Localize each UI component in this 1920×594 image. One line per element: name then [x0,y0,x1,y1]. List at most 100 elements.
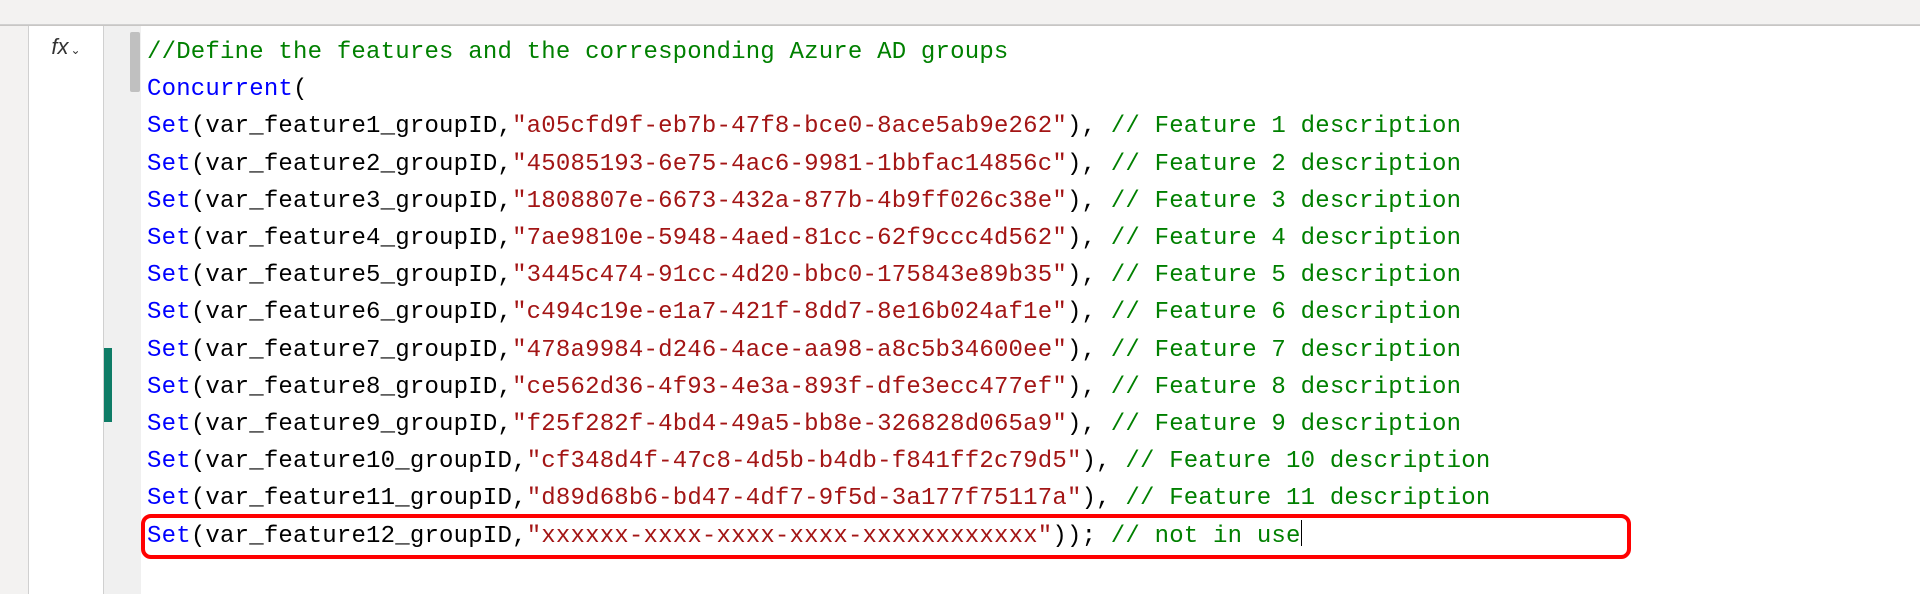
comma: , [512,523,527,550]
string-literal: "478a9984-d246-4ace-aa98-a8c5b34600ee" [512,337,1067,364]
code-line: Set(var_feature2_groupID,"45085193-6e75-… [147,146,1914,183]
comment: // Feature 11 description [1125,485,1490,512]
variable-name: var_feature5_groupID [205,262,497,289]
code-line: Set(var_feature11_groupID,"d89d68b6-bd47… [147,480,1914,517]
code-line: Set(var_feature12_groupID,"xxxxxx-xxxx-x… [147,518,1914,555]
comment: // Feature 6 description [1111,299,1461,326]
close-paren: ), [1082,485,1126,512]
code-gutter [104,26,141,594]
close-paren: ), [1067,188,1111,215]
comma: , [497,374,512,401]
code-line: Set(var_feature3_groupID,"1808807e-6673-… [147,183,1914,220]
close-paren: ), [1067,374,1111,401]
comment: // Feature 5 description [1111,262,1461,289]
paren: ( [191,448,206,475]
keyword-set: Set [147,225,191,252]
paren: ( [191,113,206,140]
formula-bar-row: fx ⌄ //Define the features and the corre… [0,25,1920,594]
string-literal: "d89d68b6-bd47-4df7-9f5d-3a177f75117a" [527,485,1082,512]
string-literal: "c494c19e-e1a7-421f-8dd7-8e16b024af1e" [512,299,1067,326]
left-margin [0,26,29,594]
keyword-set: Set [147,151,191,178]
code-line: Set(var_feature6_groupID,"c494c19e-e1a7-… [147,294,1914,331]
variable-name: var_feature12_groupID [205,523,512,550]
variable-name: var_feature3_groupID [205,188,497,215]
keyword-set: Set [147,113,191,140]
comment: // not in use [1111,523,1301,550]
comment: // Feature 9 description [1111,411,1461,438]
fx-button[interactable]: fx ⌄ [29,26,104,594]
paren: ( [191,411,206,438]
ribbon-placeholder [0,0,1920,25]
close-paren: ), [1067,262,1111,289]
variable-name: var_feature7_groupID [205,337,497,364]
close-paren: ), [1067,411,1111,438]
variable-name: var_feature6_groupID [205,299,497,326]
comma: , [497,337,512,364]
code-line: Set(var_feature4_groupID,"7ae9810e-5948-… [147,220,1914,257]
chevron-down-icon: ⌄ [71,43,81,57]
code-line: Set(var_feature9_groupID,"f25f282f-4bd4-… [147,406,1914,443]
code-line: Set(var_feature7_groupID,"478a9984-d246-… [147,332,1914,369]
comma: , [497,188,512,215]
variable-name: var_feature9_groupID [205,411,497,438]
paren: ( [191,188,206,215]
comment: // Feature 8 description [1111,374,1461,401]
comment: // Feature 2 description [1111,151,1461,178]
paren: ( [293,76,308,103]
paren: ( [191,337,206,364]
variable-name: var_feature1_groupID [205,113,497,140]
close-paren: ), [1067,113,1111,140]
string-literal: "cf348d4f-47c8-4d5b-b4db-f841ff2c79d5" [527,448,1082,475]
comment: // Feature 3 description [1111,188,1461,215]
comment: // Feature 1 description [1111,113,1461,140]
paren: ( [191,262,206,289]
code-line: Concurrent( [147,71,1914,108]
comma: , [497,151,512,178]
string-literal: "a05cfd9f-eb7b-47f8-bce0-8ace5ab9e262" [512,113,1067,140]
string-literal: "7ae9810e-5948-4aed-81cc-62f9ccc4d562" [512,225,1067,252]
keyword-set: Set [147,411,191,438]
comment: // Feature 7 description [1111,337,1461,364]
paren: ( [191,151,206,178]
code-line: Set(var_feature8_groupID,"ce562d36-4f93-… [147,369,1914,406]
comma: , [497,411,512,438]
paren: ( [191,299,206,326]
formula-editor[interactable]: //Define the features and the correspond… [141,26,1920,594]
change-marker [104,348,112,422]
comma: , [497,262,512,289]
variable-name: var_feature10_groupID [205,448,512,475]
scroll-thumb[interactable] [130,32,140,92]
variable-name: var_feature4_groupID [205,225,497,252]
code-line: //Define the features and the correspond… [147,34,1914,71]
keyword-concurrent: Concurrent [147,76,293,103]
comma: , [497,113,512,140]
code-line: Set(var_feature1_groupID,"a05cfd9f-eb7b-… [147,108,1914,145]
keyword-set: Set [147,448,191,475]
string-literal: "45085193-6e75-4ac6-9981-1bbfac14856c" [512,151,1067,178]
close-all: )); [1052,523,1110,550]
code-line: Set(var_feature10_groupID,"cf348d4f-47c8… [147,443,1914,480]
paren: ( [191,485,206,512]
scroll-track[interactable] [129,26,141,594]
text-cursor [1301,520,1302,546]
variable-name: var_feature8_groupID [205,374,497,401]
keyword-set: Set [147,523,191,550]
paren: ( [191,225,206,252]
string-literal: "ce562d36-4f93-4e3a-893f-dfe3ecc477ef" [512,374,1067,401]
fx-label-text: fx [51,34,68,60]
string-literal: "xxxxxx-xxxx-xxxx-xxxx-xxxxxxxxxxxx" [527,523,1053,550]
keyword-set: Set [147,337,191,364]
string-literal: "1808807e-6673-432a-877b-4b9ff026c38e" [512,188,1067,215]
keyword-set: Set [147,374,191,401]
variable-name: var_feature11_groupID [205,485,512,512]
keyword-set: Set [147,299,191,326]
comma: , [497,225,512,252]
comment: //Define the features and the correspond… [147,39,1009,66]
close-paren: ), [1067,225,1111,252]
variable-name: var_feature2_groupID [205,151,497,178]
paren: ( [191,374,206,401]
close-paren: ), [1067,337,1111,364]
keyword-set: Set [147,188,191,215]
comma: , [512,448,527,475]
